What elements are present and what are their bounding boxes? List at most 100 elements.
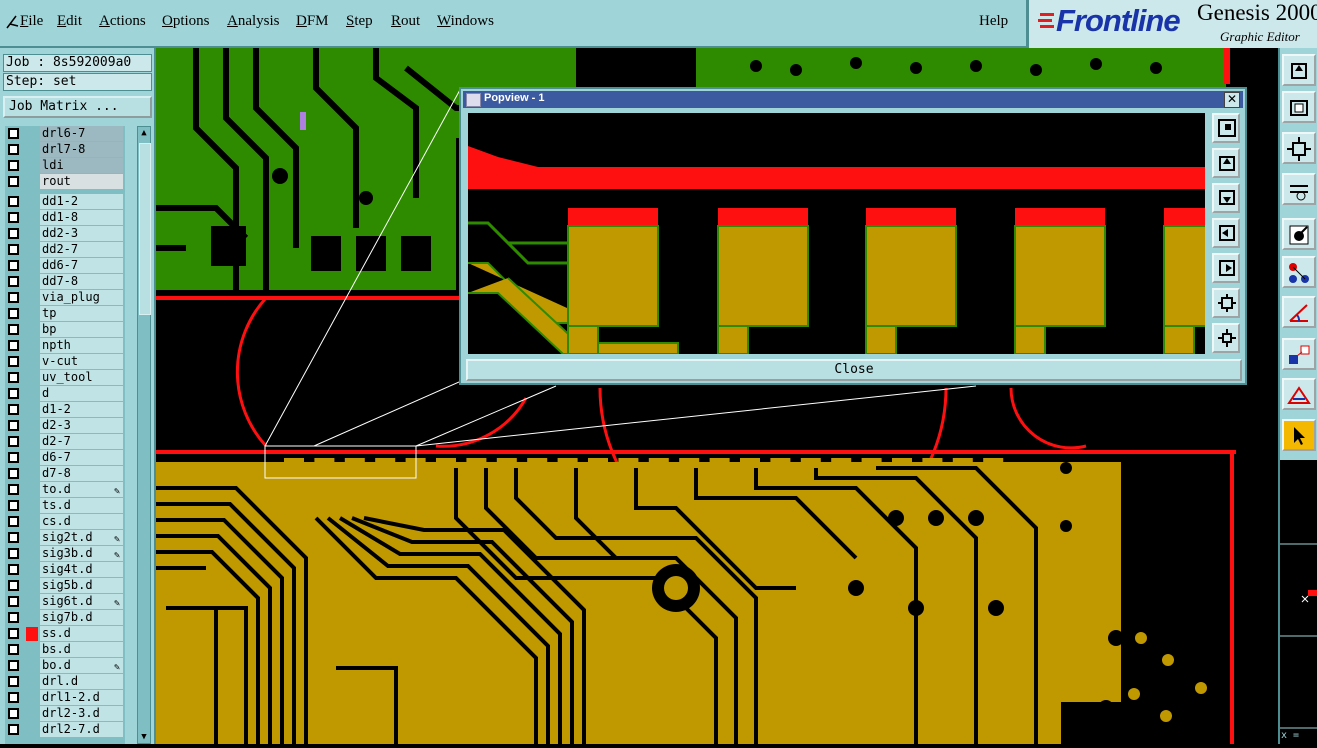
scroll-up-icon[interactable]: ▲ [138,127,150,139]
scroll-thumb[interactable] [139,143,151,315]
layer-row[interactable]: to.d ✎ [5,482,125,498]
layer-row[interactable]: ldi [5,158,125,174]
menu-options[interactable]: Options [162,13,210,30]
layer-visibility-checkbox[interactable] [8,708,19,719]
layer-name[interactable]: drl1-2.d [40,690,123,705]
layer-name[interactable]: dd7-8 [40,274,123,289]
layer-name[interactable]: ss.d [40,626,123,641]
layer-row[interactable]: d2-7 [5,434,125,450]
layer-name[interactable]: dd6-7 [40,258,123,273]
popview-titlebar[interactable]: Popview - 1 ✕ [463,91,1243,108]
layer-name[interactable]: sig2t.d ✎ [40,530,123,545]
layer-row[interactable]: drl2-7.d [5,722,125,738]
layer-row[interactable]: drl6-7 [5,126,125,142]
menu-edit[interactable]: Edit [57,13,82,30]
layer-name[interactable]: dd1-2 [40,194,123,209]
layer-visibility-checkbox[interactable] [8,484,19,495]
layer-name[interactable]: uv_tool [40,370,123,385]
layer-row[interactable]: uv_tool [5,370,125,386]
layer-name[interactable]: bp [40,322,123,337]
layer-row[interactable]: sig6t.d ✎ [5,594,125,610]
layer-visibility-checkbox[interactable] [8,128,19,139]
layer-name[interactable]: rout [40,174,123,189]
layer-visibility-checkbox[interactable] [8,372,19,383]
layer-visibility-checkbox[interactable] [8,404,19,415]
layer-visibility-checkbox[interactable] [8,324,19,335]
layer-name[interactable]: drl.d [40,674,123,689]
layer-row[interactable]: sig2t.d ✎ [5,530,125,546]
layer-visibility-checkbox[interactable] [8,676,19,687]
layer-name[interactable]: drl2-7.d [40,722,123,737]
layer-visibility-checkbox[interactable] [8,244,19,255]
menu-step[interactable]: Step [346,13,373,30]
layer-name[interactable]: d [40,386,123,401]
layer-visibility-checkbox[interactable] [8,596,19,607]
layer-row[interactable]: d7-8 [5,466,125,482]
layer-row[interactable]: dd1-8 [5,210,125,226]
popview-pan-down-button[interactable] [1212,183,1240,213]
layer-name[interactable]: d2-3 [40,418,123,433]
layer-row[interactable]: dd7-8 [5,274,125,290]
menu-windows[interactable]: Windows [437,13,494,30]
layer-row[interactable]: bs.d [5,642,125,658]
layer-row[interactable]: rout [5,174,125,190]
menu-actions[interactable]: Actions [99,13,146,30]
layer-visibility-checkbox[interactable] [8,292,19,303]
popview-zoom-out-button[interactable] [1212,288,1240,318]
layer-row[interactable]: npth [5,338,125,354]
layer-visibility-checkbox[interactable] [8,160,19,171]
layer-name[interactable]: ts.d [40,498,123,513]
zoom-home-tool-button[interactable] [1282,54,1316,86]
layer-row[interactable]: d2-3 [5,418,125,434]
overview-map[interactable] [1278,460,1317,744]
layer-row[interactable]: dd2-7 [5,242,125,258]
layer-visibility-checkbox[interactable] [8,532,19,543]
layer-visibility-checkbox[interactable] [8,500,19,511]
layer-row[interactable]: ts.d [5,498,125,514]
popview-zoom-reset-button[interactable] [1212,323,1240,353]
menu-analysis[interactable]: Analysis [227,13,280,30]
layer-visibility-checkbox[interactable] [8,276,19,287]
layer-name[interactable]: sig4t.d [40,562,123,577]
popview-close-button[interactable]: Close [466,359,1242,381]
layer-visibility-checkbox[interactable] [8,356,19,367]
layer-visibility-checkbox[interactable] [8,340,19,351]
layer-visibility-checkbox[interactable] [8,388,19,399]
layer-row[interactable]: drl1-2.d [5,690,125,706]
window-close-icon[interactable]: ✕ [1224,92,1240,108]
layer-visibility-checkbox[interactable] [8,628,19,639]
layer-visibility-checkbox[interactable] [8,580,19,591]
layer-row[interactable]: dd1-2 [5,194,125,210]
layer-name[interactable]: drl6-7 [40,126,123,141]
popview-canvas[interactable] [468,113,1205,354]
layer-visibility-checkbox[interactable] [8,660,19,671]
layer-visibility-checkbox[interactable] [8,228,19,239]
layer-row[interactable]: sig5b.d [5,578,125,594]
layer-visibility-checkbox[interactable] [8,308,19,319]
layer-visibility-checkbox[interactable] [8,564,19,575]
layer-row[interactable]: dd2-3 [5,226,125,242]
layer-visibility-checkbox[interactable] [8,436,19,447]
layer-visibility-checkbox[interactable] [8,692,19,703]
layer-row[interactable]: sig4t.d [5,562,125,578]
snap-tool-button[interactable] [1282,218,1316,250]
layer-row[interactable]: drl7-8 [5,142,125,158]
layer-name[interactable]: tp [40,306,123,321]
layer-name[interactable]: cs.d [40,514,123,529]
popview-zoom-box-button[interactable] [1212,113,1240,143]
layer-name[interactable]: sig3b.d ✎ [40,546,123,561]
layer-row[interactable]: dd6-7 [5,258,125,274]
layer-name[interactable]: drl7-8 [40,142,123,157]
layer-row[interactable]: drl2-3.d [5,706,125,722]
layer-visibility-checkbox[interactable] [8,644,19,655]
layer-name[interactable]: ldi [40,158,123,173]
window-menu-icon[interactable] [466,93,481,107]
menu-help[interactable]: Help [979,13,1008,30]
popview-pan-up-button[interactable] [1212,148,1240,178]
layer-row[interactable]: drl.d [5,674,125,690]
select-move-tool-button[interactable] [1282,338,1316,370]
zoom-fit-tool-button[interactable] [1282,132,1316,164]
layer-name[interactable]: d6-7 [40,450,123,465]
connect-tool-button[interactable] [1282,256,1316,288]
layer-name[interactable]: d7-8 [40,466,123,481]
